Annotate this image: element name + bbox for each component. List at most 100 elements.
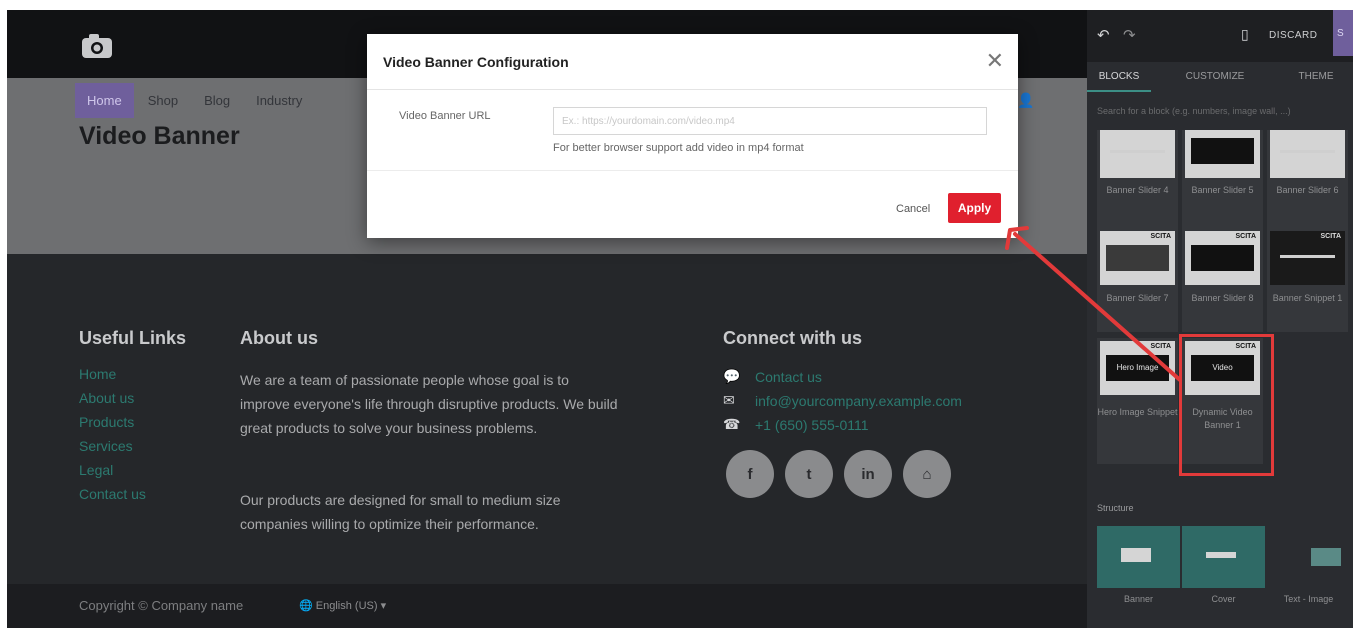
about-heading: About us	[240, 328, 318, 348]
copyright-text: Copyright © Company name	[79, 598, 244, 613]
block-thumbnail: SCITA	[1270, 231, 1345, 285]
email-link[interactable]: info@yourcompany.example.com	[755, 393, 962, 409]
block-banner-slider-4[interactable]: Banner Slider 4	[1097, 130, 1178, 230]
block-thumbnail: SCITA	[1185, 231, 1260, 285]
block-banner-slider-5[interactable]: Banner Slider 5	[1182, 130, 1263, 230]
thumb-text: Hero Image	[1116, 363, 1159, 372]
nav-item-home[interactable]: Home	[75, 82, 134, 118]
block-label: Banner Slider 6	[1276, 185, 1339, 195]
structure-label-text-image: Text - Image	[1283, 594, 1334, 604]
thumb-dark-area	[1191, 245, 1254, 271]
page-title: Video Banner	[79, 122, 240, 150]
user-icon[interactable]: 👤	[1017, 92, 1034, 109]
apply-button[interactable]: Apply	[948, 193, 1001, 223]
structure-section-label: Structure	[1097, 503, 1134, 513]
footer-link-products[interactable]: Products	[79, 410, 146, 434]
linkedin-icon[interactable]: in	[844, 450, 892, 498]
block-banner-slider-8[interactable]: SCITA Banner Slider 8	[1182, 228, 1263, 332]
scta-tag: SCITA	[1235, 233, 1256, 240]
email-row: ✉ info@yourcompany.example.com	[723, 392, 962, 409]
block-banner-snippet-1[interactable]: SCITA Banner Snippet 1	[1267, 228, 1348, 332]
thumb-dark-area: Hero Image	[1106, 355, 1169, 381]
block-label: Banner Slider 4	[1106, 185, 1169, 195]
language-label: English (US)	[315, 600, 378, 612]
footer-link-contact[interactable]: Contact us	[79, 482, 146, 506]
thumb-bar	[1280, 255, 1335, 258]
video-banner-config-dialog: Video Banner Configuration ✕ Video Banne…	[367, 34, 1018, 238]
block-banner-slider-6[interactable]: Banner Slider 6	[1267, 130, 1348, 230]
block-label: Hero Image Snippet	[1097, 407, 1178, 417]
highlight-box	[1179, 334, 1274, 476]
envelope-icon: ✉	[723, 392, 735, 408]
mobile-preview-icon[interactable]: ▯	[1241, 26, 1249, 43]
cancel-button[interactable]: Cancel	[896, 203, 930, 215]
chat-icon: 💬	[723, 368, 741, 384]
screen: Home Shop Blog Industry 👤 Video Banner U…	[7, 10, 1353, 628]
save-button[interactable]: S	[1333, 10, 1353, 56]
footer-link-home[interactable]: Home	[79, 362, 146, 386]
block-cover[interactable]	[1182, 526, 1265, 588]
contact-row: 💬 Contact us	[723, 368, 822, 385]
block-hero-image-snippet[interactable]: SCITA Hero Image Hero Image Snippet	[1097, 338, 1178, 464]
footer-link-services[interactable]: Services	[79, 434, 146, 458]
thumb-bar	[1110, 150, 1165, 153]
structure-label-banner: Banner	[1123, 594, 1154, 604]
thumb-box	[1121, 548, 1151, 562]
twitter-icon[interactable]: t	[785, 450, 833, 498]
block-thumbnail: SCITA	[1100, 231, 1175, 285]
footer-link-legal[interactable]: Legal	[79, 458, 146, 482]
contact-link[interactable]: Contact us	[755, 369, 822, 385]
panel-tabs: BLOCKS CUSTOMIZE THEME	[1087, 62, 1353, 92]
dialog-title: Video Banner Configuration	[383, 54, 569, 70]
video-url-input[interactable]	[553, 107, 987, 135]
phone-link[interactable]: +1 (650) 555-0111	[755, 417, 869, 433]
phone-row: ☎ +1 (650) 555-0111	[723, 416, 869, 433]
language-selector[interactable]: 🌐 English (US) ▾	[299, 599, 386, 612]
block-thumbnail	[1185, 130, 1260, 178]
footer: Useful Links Home About us Products Serv…	[7, 254, 1087, 584]
block-thumbnail	[1100, 130, 1175, 178]
redo-icon[interactable]: ↷	[1123, 26, 1136, 44]
nav-item-industry[interactable]: Industry	[244, 83, 314, 118]
block-search-input[interactable]: Search for a block (e.g. numbers, image …	[1097, 106, 1291, 116]
footer-link-about[interactable]: About us	[79, 386, 146, 410]
block-thumbnail: SCITA Hero Image	[1100, 341, 1175, 395]
useful-links-heading: Useful Links	[79, 328, 187, 348]
block-banner-slider-7[interactable]: SCITA Banner Slider 7	[1097, 228, 1178, 332]
dialog-footer: Cancel Apply	[367, 170, 1018, 238]
home-icon[interactable]: ⌂	[903, 450, 951, 498]
close-icon[interactable]: ✕	[986, 48, 1004, 74]
tab-customize[interactable]: CUSTOMIZE	[1151, 62, 1279, 92]
scta-tag: SCITA	[1150, 343, 1171, 350]
main-nav: Home Shop Blog Industry	[75, 78, 316, 122]
about-paragraph-1: We are a team of passionate people whose…	[240, 372, 618, 436]
block-thumbnail	[1270, 130, 1345, 178]
video-url-hint: For better browser support add video in …	[553, 142, 804, 154]
block-label: Banner Slider 8	[1191, 293, 1254, 303]
discard-button[interactable]: DISCARD	[1269, 30, 1318, 41]
block-label: Banner Snippet 1	[1272, 293, 1343, 303]
block-text-image[interactable]	[1267, 526, 1350, 588]
tab-blocks[interactable]: BLOCKS	[1087, 62, 1151, 92]
scta-tag: SCITA	[1320, 233, 1341, 240]
thumb-bar	[1280, 150, 1335, 153]
tab-theme[interactable]: THEME	[1279, 62, 1353, 92]
thumb-box	[1311, 548, 1341, 566]
website-preview: Home Shop Blog Industry 👤 Video Banner U…	[7, 10, 1087, 628]
editor-panel: ↶ ↷ ▯ DISCARD S BLOCKS CUSTOMIZE THEME S…	[1087, 10, 1353, 628]
undo-icon[interactable]: ↶	[1097, 26, 1110, 44]
thumb-dark-area	[1191, 138, 1254, 164]
block-banner[interactable]	[1097, 526, 1180, 588]
thumb-box	[1206, 552, 1236, 558]
useful-links-list: Home About us Products Services Legal Co…	[79, 362, 146, 506]
copyright-bar: Copyright © Company name 🌐 English (US) …	[7, 584, 1087, 628]
dialog-header: Video Banner Configuration ✕	[367, 34, 1018, 90]
facebook-icon[interactable]: f	[726, 450, 774, 498]
about-paragraph-2: Our products are designed for small to m…	[240, 492, 561, 532]
nav-item-blog[interactable]: Blog	[192, 83, 242, 118]
scta-tag: SCITA	[1150, 233, 1171, 240]
video-url-label: Video Banner URL	[399, 110, 491, 122]
editor-toolbar: ↶ ↷ ▯ DISCARD S	[1087, 10, 1353, 62]
nav-item-shop[interactable]: Shop	[136, 83, 190, 118]
block-label: Banner Slider 7	[1106, 293, 1169, 303]
